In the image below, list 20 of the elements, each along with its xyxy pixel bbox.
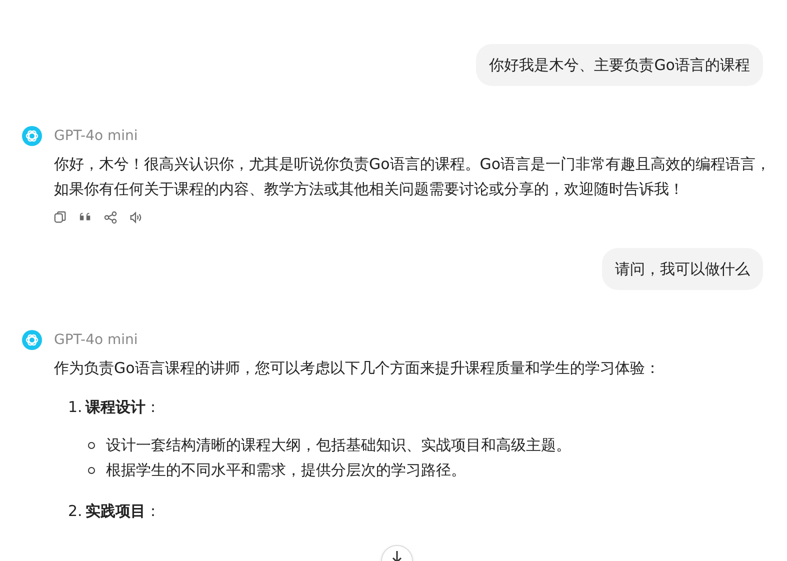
model-name: GPT-4o mini xyxy=(54,332,138,348)
list-item-text: 设计一套结构清晰的课程大纲，包括基础知识、实战项目和高级主题。 xyxy=(106,434,571,456)
speaker-icon[interactable] xyxy=(129,211,142,224)
bullet-icon xyxy=(88,466,95,474)
list-heading: 实践项目： xyxy=(85,500,160,522)
share-icon[interactable] xyxy=(104,211,117,224)
model-logo-icon xyxy=(22,126,42,146)
user-message: 你好我是木兮、主要负责Go语言的课程 xyxy=(476,44,763,86)
bullet-icon xyxy=(88,442,95,448)
message-text: 作为负责Go语言课程的讲师，您可以考虑以下几个方面来提升课程质量和学生的学习体验： xyxy=(54,358,661,379)
user-message: 请问，我可以做什么 xyxy=(602,248,763,290)
list-number: 1. xyxy=(68,396,82,418)
model-name: GPT-4o mini xyxy=(54,128,138,144)
list-heading: 课程设计： xyxy=(85,396,160,418)
list-number: 2. xyxy=(68,500,82,522)
message-text: 你好，木兮！很高兴认识你，尤其是听说你负责Go语言的课程。Go语言是一门非常有趣且高效的编程语言，如果你有任何关于课程的内容、教学方法或其他相关问题需要讨论或分享的，欢迎随时告诉我！ xyxy=(54,154,772,200)
arrow-down-icon xyxy=(390,550,404,561)
model-logo-icon xyxy=(22,330,42,350)
list-item-text: 根据学生的不同水平和需求，提供分层次的学习路径。 xyxy=(106,460,466,480)
copy-icon[interactable] xyxy=(54,211,67,224)
